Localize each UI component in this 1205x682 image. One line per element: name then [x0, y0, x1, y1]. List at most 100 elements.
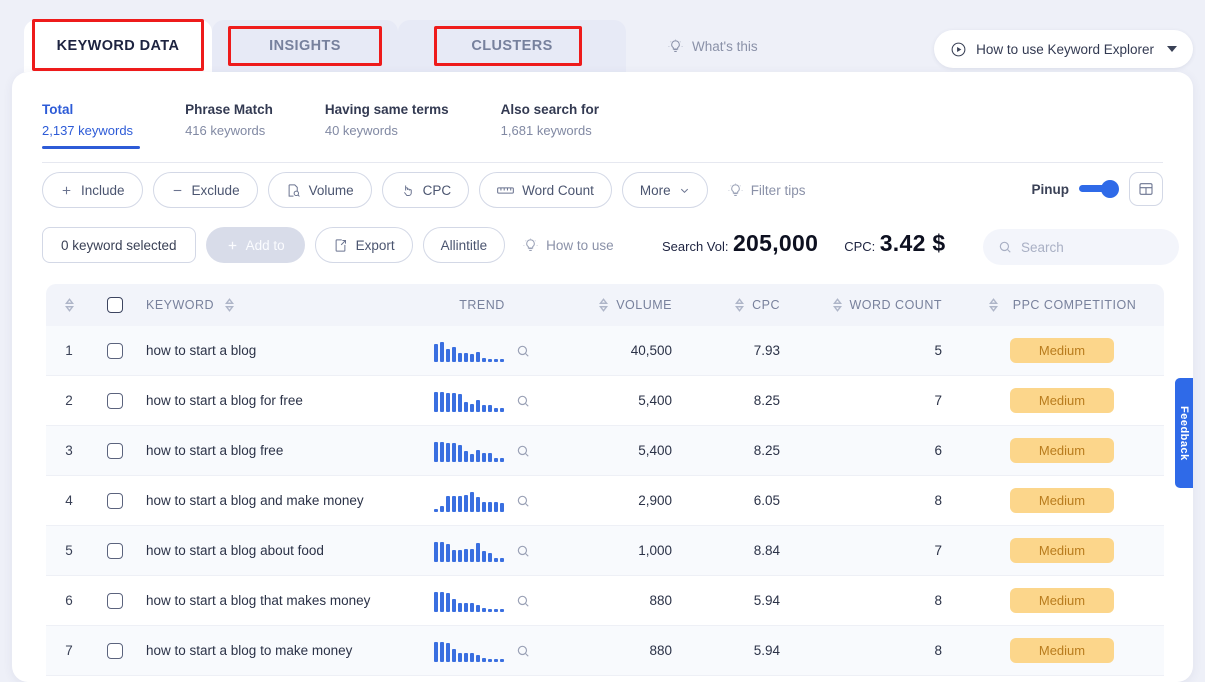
trend-sparkline: [434, 640, 504, 662]
search-box[interactable]: [983, 229, 1179, 265]
checkbox-icon: [107, 392, 123, 409]
row-trend: [406, 390, 558, 412]
search-volume-label: Search Vol:: [662, 239, 729, 254]
pinup-controls: Pinup: [1032, 172, 1163, 206]
row-keyword[interactable]: how to start a blog to make money: [138, 643, 406, 658]
row-keyword[interactable]: how to start a blog: [138, 343, 406, 358]
filter-more-button[interactable]: More: [621, 172, 708, 208]
filter-volume-button[interactable]: Volume: [267, 172, 372, 208]
whats-this-link[interactable]: What's this: [668, 39, 758, 54]
filter-word-count-button[interactable]: Word Count: [479, 172, 612, 208]
sort-icon: [832, 298, 842, 312]
row-volume: 5,400: [638, 443, 672, 458]
filter-exclude-button[interactable]: Exclude: [152, 172, 258, 208]
how-to-use-keyword-explorer-button[interactable]: How to use Keyword Explorer: [934, 30, 1193, 68]
filter-more-label: More: [639, 182, 671, 198]
search-icon: [999, 241, 1011, 253]
keyword-table: KEYWORD TREND VOLUME CPC WORD COUNT PPC …: [46, 284, 1164, 676]
column-keyword[interactable]: KEYWORD: [138, 298, 406, 312]
row-keyword[interactable]: how to start a blog about food: [138, 543, 406, 558]
table-row[interactable]: 4 how to start a blog and make money 2,900…: [46, 476, 1164, 526]
status-badge: Medium: [1010, 638, 1114, 663]
subtab-having-same-terms[interactable]: Having same terms 40 keywords: [325, 100, 501, 142]
feedback-tab[interactable]: Feedback: [1175, 378, 1193, 488]
subtab-also-search-for[interactable]: Also search for 1,681 keywords: [501, 100, 651, 142]
row-trend: [406, 340, 558, 362]
row-checkbox[interactable]: [92, 492, 138, 509]
sort-index-button[interactable]: [46, 298, 92, 312]
toggle-knob: [1101, 180, 1119, 198]
table-row[interactable]: 3 how to start a blog free 5,400 8.25 6 Mediu…: [46, 426, 1164, 476]
add-to-button[interactable]: Add to: [205, 227, 305, 263]
export-button[interactable]: Export: [314, 227, 413, 263]
filter-tips-link[interactable]: Filter tips: [728, 183, 805, 198]
table-row[interactable]: 1 how to start a blog 40,500 7.93 5 Medium: [46, 326, 1164, 376]
row-word-count: 6: [934, 443, 942, 458]
filter-cpc-button[interactable]: CPC: [381, 172, 470, 208]
feedback-label: Feedback: [1178, 405, 1190, 461]
row-volume: 880: [649, 643, 672, 658]
filter-toolbar: Include Exclude Volume CPC Word Count Mo…: [42, 172, 805, 208]
row-keyword[interactable]: how to start a blog and make money: [138, 493, 406, 508]
search-icon[interactable]: [516, 594, 530, 608]
how-to-use-link[interactable]: How to use: [523, 238, 614, 253]
subtab-total[interactable]: Total 2,137 keywords: [42, 100, 185, 149]
status-badge: Medium: [1010, 438, 1114, 463]
row-volume: 5,400: [638, 393, 672, 408]
row-volume: 1,000: [638, 543, 672, 558]
play-circle-icon: [951, 42, 966, 56]
row-checkbox[interactable]: [92, 542, 138, 559]
row-trend: [406, 590, 558, 612]
checkbox-icon: [107, 492, 123, 509]
selected-count-box[interactable]: 0 keyword selected: [42, 227, 196, 263]
column-cpc-label: CPC: [752, 298, 780, 312]
filter-include-button[interactable]: Include: [42, 172, 143, 208]
table-row[interactable]: 7 how to start a blog to make money 880 5.9…: [46, 626, 1164, 676]
search-icon[interactable]: [516, 644, 530, 658]
row-checkbox[interactable]: [92, 642, 138, 659]
subtab-total-title: Total: [42, 102, 74, 117]
column-word-count[interactable]: WORD COUNT: [798, 298, 960, 312]
subtab-also-search-for-title: Also search for: [500, 102, 599, 117]
row-ppc-competition: Medium: [960, 438, 1164, 463]
table-row[interactable]: 5 how to start a blog about food 1,000 8.84…: [46, 526, 1164, 576]
selected-count-label: 0 keyword selected: [61, 237, 177, 253]
pinup-toggle[interactable]: [1079, 180, 1119, 198]
lightbulb-icon: [523, 238, 538, 251]
search-input[interactable]: [1021, 239, 1161, 255]
annotation-box-keyword-data: [32, 19, 204, 71]
lightbulb-icon: [668, 39, 683, 52]
column-volume[interactable]: VOLUME: [558, 298, 690, 312]
status-badge: Medium: [1010, 588, 1114, 613]
row-checkbox[interactable]: [92, 592, 138, 609]
table-row[interactable]: 2 how to start a blog for free 5,400 8.25 7 M…: [46, 376, 1164, 426]
search-icon[interactable]: [516, 394, 530, 408]
row-ppc-competition: Medium: [960, 638, 1164, 663]
search-icon[interactable]: [516, 444, 530, 458]
row-checkbox[interactable]: [92, 442, 138, 459]
row-word-count: 7: [934, 543, 942, 558]
select-all-checkbox[interactable]: [92, 297, 138, 313]
subtab-phrase-match[interactable]: Phrase Match 416 keywords: [185, 100, 325, 142]
row-index: 2: [65, 393, 73, 408]
row-cpc: 6.05: [753, 493, 780, 508]
row-index: 3: [65, 443, 73, 458]
status-badge: Medium: [1010, 538, 1114, 563]
search-icon[interactable]: [516, 544, 530, 558]
search-icon[interactable]: [516, 494, 530, 508]
row-checkbox[interactable]: [92, 342, 138, 359]
table-row[interactable]: 6 how to start a blog that makes money 880…: [46, 576, 1164, 626]
export-label: Export: [355, 237, 395, 253]
allintitle-button[interactable]: Allintitle: [422, 227, 506, 263]
row-checkbox[interactable]: [92, 392, 138, 409]
row-keyword[interactable]: how to start a blog that makes money: [138, 593, 406, 608]
row-keyword[interactable]: how to start a blog free: [138, 443, 406, 458]
column-settings-button[interactable]: [1129, 172, 1163, 206]
column-ppc-competition[interactable]: PPC COMPETITION: [960, 298, 1164, 312]
subtab-phrase-match-title: Phrase Match: [185, 102, 273, 117]
column-cpc[interactable]: CPC: [690, 298, 798, 312]
plus-icon: [62, 186, 71, 194]
row-keyword[interactable]: how to start a blog for free: [138, 393, 406, 408]
lightbulb-icon: [728, 183, 743, 196]
search-icon[interactable]: [516, 344, 530, 358]
